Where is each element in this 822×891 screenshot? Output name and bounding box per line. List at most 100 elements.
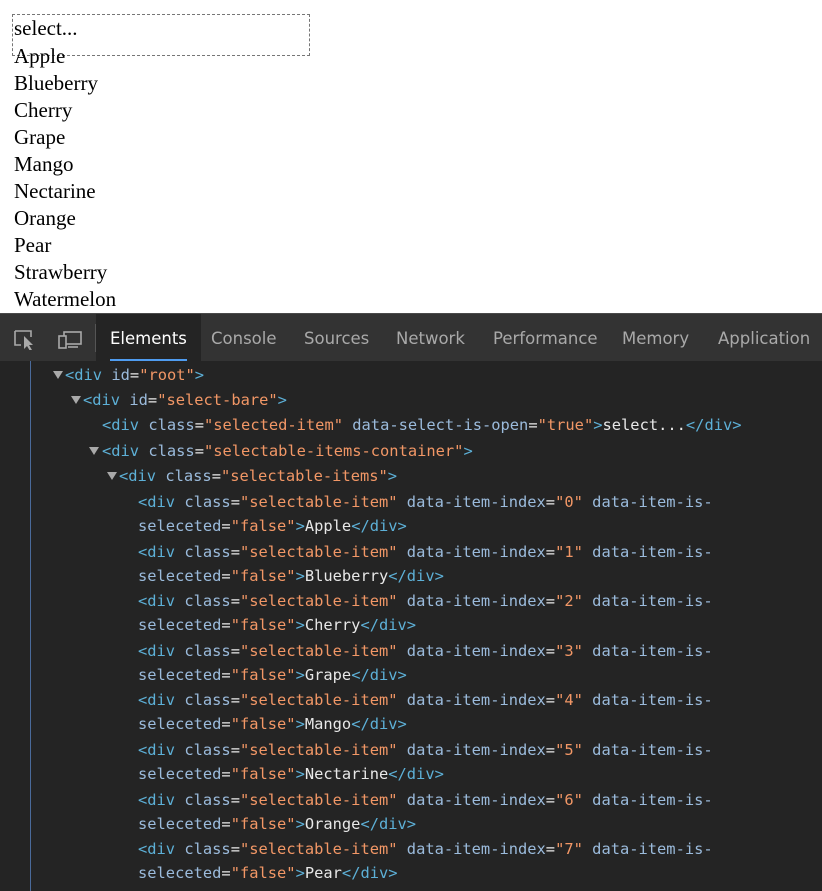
tab-memory[interactable]: Memory bbox=[608, 314, 703, 361]
attr-name: data-item-is- bbox=[592, 790, 713, 809]
attr-name: data-select-is-open bbox=[352, 416, 529, 434]
dom-node-line[interactable]: <div class="selectable-items-container"> bbox=[102, 439, 473, 463]
tag-open: <div bbox=[138, 691, 176, 710]
equals: = bbox=[545, 790, 556, 809]
expand-triangle-icon[interactable] bbox=[107, 472, 117, 480]
tag-bracket: > bbox=[295, 814, 305, 833]
tag-open: <div bbox=[138, 741, 176, 759]
dom-node-line[interactable]: <div class="selectable-item" data-item-i… bbox=[138, 540, 713, 564]
attr-name: data-item-index bbox=[406, 542, 546, 561]
equals: = bbox=[211, 467, 221, 485]
dom-node-line[interactable]: seleceted="false">Pear</div> bbox=[138, 861, 398, 885]
selectable-item[interactable]: Blueberry bbox=[14, 70, 116, 97]
tab-network[interactable]: Network bbox=[382, 314, 479, 361]
dom-node-line[interactable]: seleceted="false">Nectarine</div> bbox=[138, 762, 444, 786]
tag-close: </div> bbox=[360, 616, 417, 635]
attr-name: class bbox=[184, 840, 231, 859]
node-text: Mango bbox=[304, 715, 352, 734]
tab-performance[interactable]: Performance bbox=[479, 314, 612, 361]
selectable-item[interactable]: Orange bbox=[14, 205, 116, 232]
equals: = bbox=[545, 691, 556, 710]
tag-open: <div bbox=[65, 366, 103, 384]
selectable-item[interactable]: Watermelon bbox=[14, 286, 116, 313]
equals: = bbox=[221, 566, 231, 585]
dom-node-line[interactable]: <div class="selectable-items"> bbox=[119, 464, 397, 488]
selectable-item[interactable]: Cherry bbox=[14, 97, 116, 124]
tab-elements[interactable]: Elements bbox=[96, 314, 201, 361]
attr-name: data-item-is- bbox=[592, 641, 713, 660]
equals: = bbox=[221, 814, 231, 833]
selectable-items-list: Apple Blueberry Cherry Grape Mango Nectarine O… bbox=[14, 43, 116, 313]
equals: = bbox=[230, 840, 240, 859]
tab-application[interactable]: Application bbox=[704, 314, 822, 361]
tab-console[interactable]: Console bbox=[197, 314, 291, 361]
attr-value: "selectable-items" bbox=[220, 467, 388, 485]
attr-value: "selectable-item" bbox=[239, 691, 398, 710]
dom-node-line[interactable]: seleceted="false">Blueberry</div> bbox=[138, 564, 444, 588]
dom-node-line[interactable]: seleceted="false">Mango</div> bbox=[138, 712, 407, 736]
equals: = bbox=[147, 391, 158, 409]
expand-triangle-icon[interactable] bbox=[71, 396, 81, 404]
dom-node-line[interactable]: <div class="selectable-item" data-item-i… bbox=[138, 837, 713, 861]
attr-name: class bbox=[148, 442, 195, 460]
expand-triangle-icon[interactable] bbox=[53, 371, 63, 379]
dom-node-line[interactable]: <div id="select-bare"> bbox=[83, 388, 287, 412]
equals: = bbox=[545, 542, 556, 561]
tab-sources[interactable]: Sources bbox=[290, 314, 383, 361]
attr-value: "1" bbox=[555, 542, 583, 561]
selectable-item[interactable]: Strawberry bbox=[14, 259, 116, 286]
selectable-item[interactable]: Apple bbox=[14, 43, 116, 70]
dom-node-line[interactable]: <div id="root"> bbox=[65, 363, 204, 387]
attr-name: class bbox=[184, 691, 231, 710]
dom-node-line[interactable]: seleceted="false">Orange</div> bbox=[138, 812, 416, 836]
dom-node-line[interactable]: seleceted="false">Cherry</div> bbox=[138, 613, 416, 637]
tag-bracket: > bbox=[593, 416, 603, 434]
inspect-element-icon[interactable] bbox=[12, 328, 38, 350]
tag-open: <div bbox=[119, 467, 157, 485]
dom-node-line[interactable]: seleceted="false">Grape</div> bbox=[138, 663, 407, 687]
selectable-item[interactable]: Grape bbox=[14, 124, 116, 151]
attr-name: data-item-is- bbox=[592, 542, 713, 561]
attr-name: data-item-index bbox=[406, 741, 546, 759]
dom-node-line[interactable]: <div class="selectable-item" data-item-i… bbox=[138, 490, 713, 514]
equals: = bbox=[221, 517, 231, 535]
attr-value: "2" bbox=[555, 592, 583, 611]
equals: = bbox=[221, 665, 231, 684]
device-toolbar-icon[interactable] bbox=[57, 328, 83, 350]
attr-value: "false" bbox=[230, 517, 296, 535]
dom-node-line[interactable]: <div class="selectable-item" data-item-i… bbox=[138, 589, 713, 613]
equals: = bbox=[545, 493, 556, 511]
dom-node-line[interactable]: <div class="selectable-item" data-item-i… bbox=[138, 639, 713, 663]
attr-value: "false" bbox=[230, 814, 296, 833]
attr-name: data-item-index bbox=[406, 790, 546, 809]
expand-triangle-icon[interactable] bbox=[89, 447, 99, 455]
attr-name: class bbox=[184, 493, 231, 511]
equals: = bbox=[221, 715, 231, 734]
selectable-item[interactable]: Mango bbox=[14, 151, 116, 178]
selectable-item[interactable]: Pear bbox=[14, 232, 116, 259]
dom-node-line[interactable]: seleceted="false">Apple</div> bbox=[138, 514, 407, 538]
dom-node-line[interactable]: <div class="selectable-item" data-item-i… bbox=[138, 688, 713, 712]
dom-node-line[interactable]: <div class="selectable-item" data-item-i… bbox=[138, 788, 713, 812]
tag-close: </div> bbox=[351, 517, 407, 535]
selectable-item[interactable]: Nectarine bbox=[14, 178, 116, 205]
tag-bracket: > bbox=[295, 765, 305, 783]
attr-value: "3" bbox=[555, 641, 583, 660]
tag-bracket: > bbox=[463, 442, 473, 460]
attr-value: "false" bbox=[230, 765, 296, 783]
dom-node-line[interactable]: <div class="selected-item" data-select-i… bbox=[102, 413, 742, 437]
dom-node-line[interactable]: <div class="selectable-item" data-item-i… bbox=[138, 738, 713, 762]
